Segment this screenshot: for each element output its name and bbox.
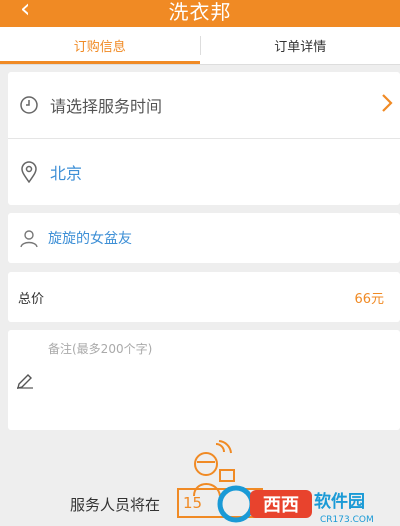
user-icon <box>18 227 40 249</box>
service-time-row[interactable]: 请选择服务时间 <box>8 72 400 138</box>
user-card[interactable]: 旋旋的女盆友 <box>8 213 400 263</box>
tab-bar: 订购信息 订单详情 <box>0 27 400 65</box>
service-time-placeholder: 请选择服务时间 <box>50 97 163 116</box>
tab-order-info[interactable]: 订购信息 <box>0 27 200 64</box>
service-card: 请选择服务时间 北京 <box>8 72 400 205</box>
chevron-right-icon <box>380 93 394 117</box>
total-price-value: 66元 <box>354 291 384 307</box>
page-title: 洗衣邦 <box>168 0 232 24</box>
price-card: 总价 66元 <box>8 272 400 322</box>
tab-order-info-label: 订购信息 <box>73 40 126 55</box>
tab-order-details-label: 订单详情 <box>274 40 327 55</box>
watermark-logo: 西西 软件园 CR173.COM <box>214 478 400 526</box>
city-row[interactable]: 北京 <box>8 139 400 205</box>
svg-text:西西: 西西 <box>263 495 299 516</box>
price-row: 总价 66元 <box>8 272 400 322</box>
clock-icon <box>18 94 40 116</box>
back-chevron-icon[interactable]: ‹ <box>20 0 30 24</box>
service-notice-text: 服务人员将在 <box>70 496 161 514</box>
pencil-icon <box>15 371 35 393</box>
svg-text:CR173.COM: CR173.COM <box>320 515 374 525</box>
countdown-value: 15 <box>183 494 203 512</box>
app-header: ‹ 洗衣邦 <box>0 0 400 27</box>
user-name: 旋旋的女盆友 <box>48 231 132 247</box>
note-card[interactable]: 备注(最多200个字) <box>8 330 400 430</box>
total-price-label: 总价 <box>18 291 45 307</box>
location-pin-icon <box>18 161 40 183</box>
note-input[interactable]: 备注(最多200个字) <box>48 340 152 357</box>
tab-order-details[interactable]: 订单详情 <box>201 27 400 64</box>
user-row[interactable]: 旋旋的女盆友 <box>8 213 400 263</box>
svg-text:软件园: 软件园 <box>314 491 365 512</box>
city-value: 北京 <box>50 164 83 183</box>
